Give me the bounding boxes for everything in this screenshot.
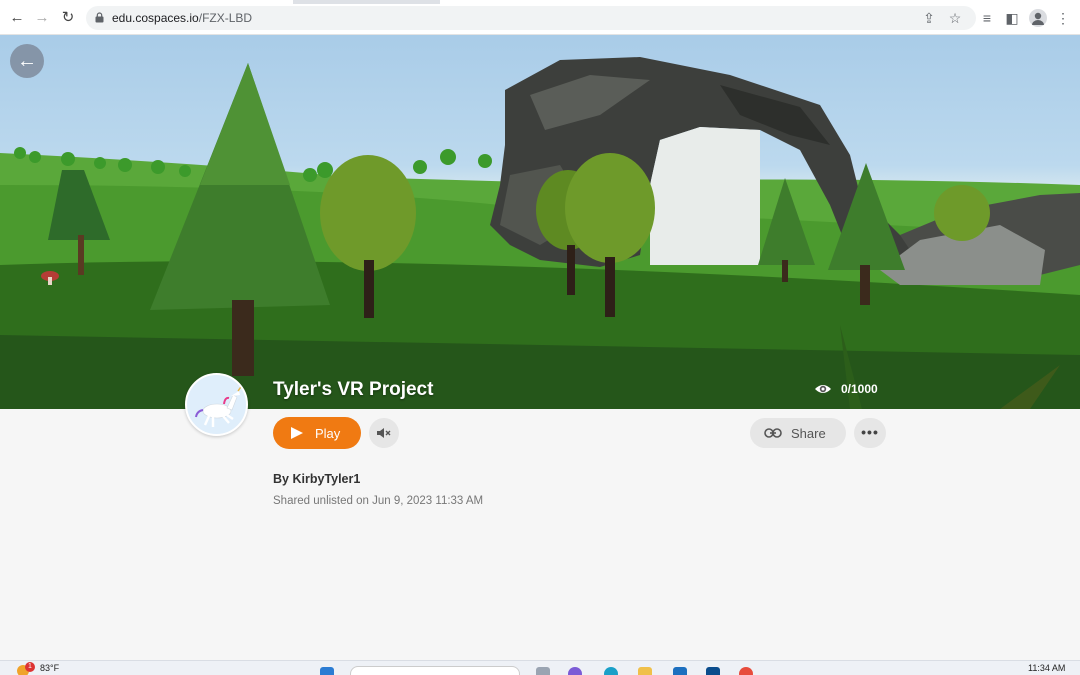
scene-preview[interactable]: ← Tyler's VR Project 0/1000 — [0, 35, 1080, 409]
clock: 11:34 AM — [1028, 663, 1066, 673]
task-view-icon[interactable] — [536, 667, 550, 675]
back-icon[interactable]: ← — [8, 9, 26, 27]
edge-icon[interactable] — [604, 667, 618, 675]
play-label: Play — [315, 426, 341, 441]
side-panel-icon[interactable]: ◧ — [1003, 9, 1021, 27]
eye-icon — [815, 385, 831, 393]
author-prefix: By — [273, 472, 289, 486]
menu-icon[interactable]: ⋮ — [1054, 9, 1072, 27]
view-count: 0/1000 — [841, 382, 878, 396]
more-options-button[interactable]: ••• — [854, 418, 886, 448]
play-icon — [291, 427, 303, 439]
start-icon[interactable] — [320, 667, 334, 675]
more-dots-icon: ••• — [861, 424, 879, 440]
chat-icon[interactable] — [568, 667, 582, 675]
notification-badge: 1 — [25, 662, 35, 672]
temperature: 83°F — [40, 663, 60, 673]
speaker-muted-icon — [377, 428, 391, 438]
chrome-icon[interactable] — [739, 667, 753, 675]
mute-button[interactable] — [369, 418, 399, 448]
share-status: Shared unlisted on Jun 9, 2023 11:33 AM — [273, 495, 484, 507]
share-label: Share — [791, 426, 826, 441]
back-button[interactable]: ← — [10, 44, 44, 78]
url-text: edu.cospaces.io/FZX-LBD — [112, 11, 253, 25]
project-details — [0, 409, 1080, 660]
store-icon[interactable] — [673, 667, 687, 675]
arrow-left-icon[interactable]: ← — [17, 50, 37, 72]
app-icon[interactable] — [706, 667, 720, 675]
forward-icon[interactable]: → — [33, 9, 51, 27]
file-explorer-icon[interactable] — [638, 667, 652, 675]
project-title: Tyler's VR Project — [273, 379, 434, 400]
browser-toolbar: ← → ↻ edu.cospaces.io/FZX-LBD ⇪ ☆ ≡ ◧ ⋮ — [0, 0, 1080, 35]
profile-icon[interactable] — [1029, 9, 1047, 27]
os-taskbar: 1 83°F 11:34 AM — [0, 660, 1080, 675]
reload-icon[interactable]: ↻ — [59, 9, 77, 27]
share-button[interactable]: Share — [750, 418, 846, 448]
scene-illustration — [0, 57, 1080, 409]
author-line: By KirbyTyler1 — [273, 472, 360, 486]
play-button[interactable]: Play — [273, 417, 361, 449]
address-bar[interactable]: edu.cospaces.io/FZX-LBD ⇪ ☆ — [86, 6, 976, 30]
author-name[interactable]: KirbyTyler1 — [292, 472, 360, 486]
lock-icon[interactable] — [95, 12, 104, 23]
reading-list-icon[interactable]: ≡ — [978, 9, 996, 27]
link-icon — [764, 428, 782, 438]
taskbar-search[interactable] — [350, 666, 520, 675]
share-page-icon[interactable]: ⇪ — [921, 10, 937, 26]
tab-strip — [0, 0, 1080, 4]
bookmark-star-icon[interactable]: ☆ — [947, 10, 963, 26]
avatar[interactable] — [185, 373, 248, 436]
